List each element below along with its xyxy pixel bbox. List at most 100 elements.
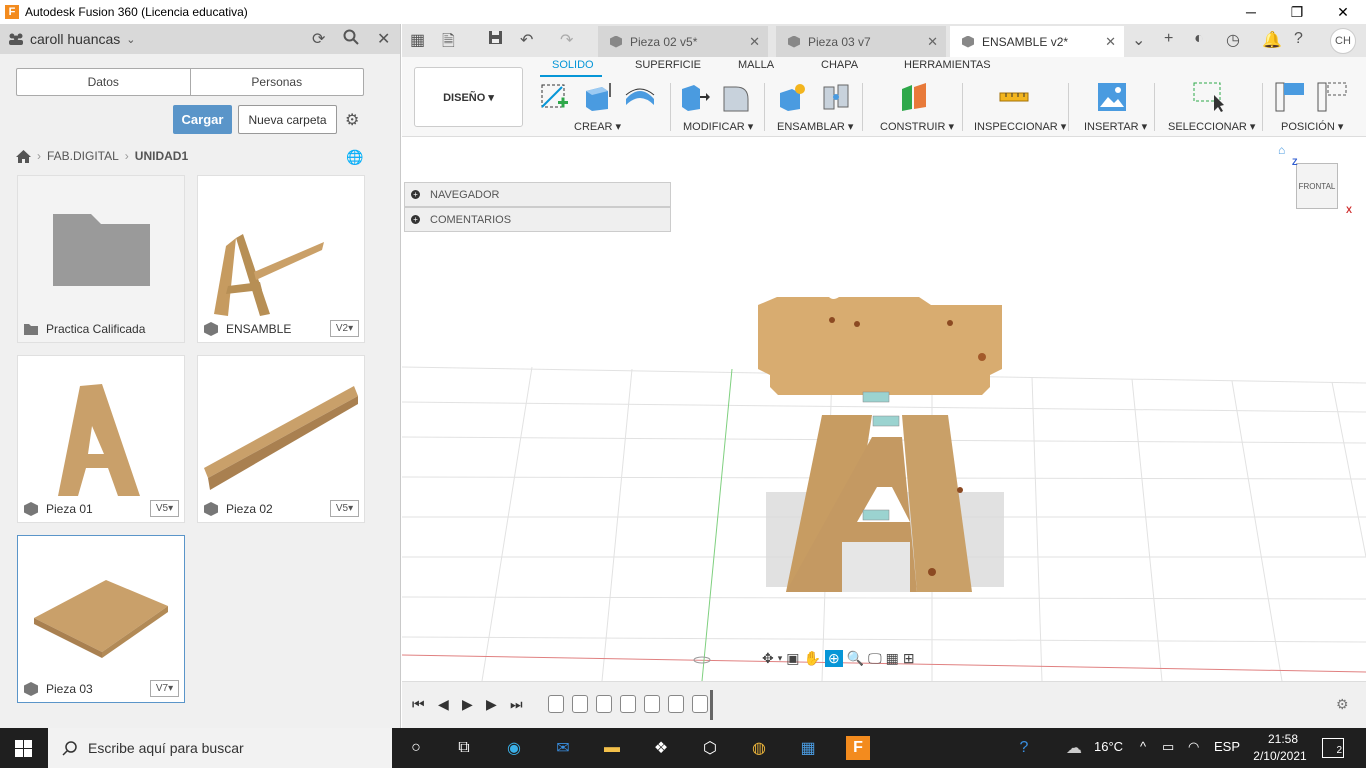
revolve-icon[interactable]: [624, 81, 656, 113]
viewports-icon[interactable]: ⊞: [903, 650, 915, 667]
joint-icon[interactable]: [820, 81, 852, 113]
clock-date[interactable]: 2/10/2021: [1250, 749, 1310, 763]
group-inspeccionar[interactable]: INSPECCIONAR ▾: [974, 120, 1066, 133]
group-posicion[interactable]: POSICIÓN ▾: [1281, 120, 1343, 133]
press-pull-icon[interactable]: [678, 81, 710, 113]
design-card-pieza-02[interactable]: Pieza 02 V5 ▾: [197, 355, 365, 523]
group-seleccionar[interactable]: SELECCIONAR ▾: [1168, 120, 1255, 133]
extrude-icon[interactable]: [582, 81, 614, 113]
job-status-icon[interactable]: ◷: [1226, 30, 1240, 50]
version-selector[interactable]: V2 ▾: [330, 320, 359, 337]
revert-position-icon[interactable]: [1316, 81, 1348, 113]
tab-pieza-03[interactable]: Pieza 03 v7 ✕: [776, 26, 946, 57]
breadcrumb-fab-digital[interactable]: FAB.DIGITAL: [47, 149, 119, 163]
tab-ensamble[interactable]: ENSAMBLE v2* ✕: [950, 26, 1124, 57]
group-crear[interactable]: CREAR ▾: [574, 120, 621, 133]
timeline-marker[interactable]: [710, 690, 713, 720]
close-tab-icon[interactable]: ✕: [1105, 34, 1116, 50]
dropbox-icon[interactable]: ❖: [649, 736, 673, 760]
home-icon[interactable]: [16, 149, 31, 163]
step-forward-icon[interactable]: ▶: [486, 696, 497, 713]
step-back-icon[interactable]: ◀: [438, 696, 449, 713]
group-insertar[interactable]: INSERTAR ▾: [1084, 120, 1147, 133]
insert-image-icon[interactable]: [1096, 81, 1128, 113]
tab-malla[interactable]: MALLA: [738, 59, 774, 71]
look-at-icon[interactable]: ▣: [786, 650, 799, 667]
windows-start-icon[interactable]: [15, 740, 32, 757]
photos-icon[interactable]: ▦: [796, 736, 820, 760]
viewcube-face[interactable]: FRONTAL: [1296, 163, 1338, 209]
expand-icon[interactable]: +: [411, 215, 420, 224]
measure-icon[interactable]: [998, 81, 1030, 113]
timeline-feature-icon[interactable]: [596, 695, 612, 713]
file-explorer-icon[interactable]: ▬: [600, 736, 624, 760]
extensions-icon[interactable]: ◐: [1194, 30, 1204, 48]
chrome-icon[interactable]: ◍: [747, 736, 771, 760]
help-icon[interactable]: ?: [1012, 736, 1036, 760]
help-icon[interactable]: ?: [1294, 30, 1303, 48]
tab-solido[interactable]: SOLIDO: [552, 59, 594, 71]
canvas-viewport[interactable]: + NAVEGADOR + COMENTARIOS ⌂ FRONTAL Z X …: [402, 137, 1366, 681]
group-ensamblar[interactable]: ENSAMBLAR ▾: [777, 120, 853, 133]
redo-icon[interactable]: ↷: [560, 30, 573, 50]
grid-menu-icon[interactable]: ▦: [410, 30, 425, 50]
close-panel-icon[interactable]: ✕: [377, 29, 390, 49]
gear-icon[interactable]: ⚙: [1336, 696, 1349, 713]
close-tab-icon[interactable]: ✕: [749, 34, 760, 50]
chevron-down-icon[interactable]: ▾: [778, 653, 783, 664]
avatar[interactable]: CH: [1330, 28, 1356, 54]
group-construir[interactable]: CONSTRUIR ▾: [880, 120, 954, 133]
chevron-up-icon[interactable]: ^: [1140, 739, 1146, 754]
weather-temp[interactable]: 16°C: [1094, 739, 1123, 754]
grid-settings-icon[interactable]: ▦: [886, 650, 899, 667]
wifi-icon[interactable]: ◠: [1188, 739, 1199, 755]
chevron-down-icon[interactable]: ⌄: [1132, 30, 1145, 50]
tab-chapa[interactable]: CHAPA: [821, 59, 858, 71]
cortana-icon[interactable]: ○: [404, 736, 428, 760]
display-settings-icon[interactable]: 🖵: [868, 650, 882, 667]
go-to-start-icon[interactable]: ⏮: [412, 696, 425, 713]
design-card-pieza-03[interactable]: Pieza 03 V7 ▾: [17, 535, 185, 703]
pan-icon[interactable]: ✋: [804, 650, 821, 667]
maximize-button[interactable]: ❐: [1274, 0, 1320, 24]
fusion-taskbar-icon[interactable]: F: [846, 736, 870, 760]
tab-personas[interactable]: Personas: [191, 69, 364, 95]
file-icon[interactable]: 🗎: [442, 30, 455, 57]
minimize-button[interactable]: ─: [1228, 0, 1274, 24]
tab-datos[interactable]: Datos: [17, 69, 191, 95]
mail-icon[interactable]: ✉: [551, 736, 575, 760]
keyboard-language[interactable]: ESP: [1214, 739, 1240, 754]
workspace-selector[interactable]: DISEÑO ▾: [414, 67, 523, 127]
undo-icon[interactable]: ↶: [520, 30, 533, 50]
expand-icon[interactable]: +: [411, 190, 420, 199]
fillet-icon[interactable]: [720, 81, 752, 113]
select-icon[interactable]: [1192, 81, 1224, 113]
close-tab-icon[interactable]: ✕: [927, 34, 938, 50]
bell-icon[interactable]: 🔔: [1262, 30, 1282, 50]
battery-icon[interactable]: ▭: [1162, 739, 1174, 755]
close-window-button[interactable]: ✕: [1320, 0, 1366, 24]
globe-icon[interactable]: 🌐: [346, 149, 363, 166]
go-to-end-icon[interactable]: ⏭: [510, 696, 523, 713]
gear-icon[interactable]: ⚙: [345, 110, 359, 130]
notifications-icon[interactable]: 2: [1322, 738, 1344, 758]
viewcube[interactable]: ⌂ FRONTAL Z X: [1276, 143, 1356, 223]
timeline-feature-icon[interactable]: [620, 695, 636, 713]
design-card-ensamble[interactable]: ENSAMBLE V2 ▾: [197, 175, 365, 343]
new-tab-icon[interactable]: +: [1164, 30, 1173, 48]
clock-time[interactable]: 21:58: [1258, 732, 1308, 746]
version-selector[interactable]: V5 ▾: [330, 500, 359, 517]
browser-navigator[interactable]: + NAVEGADOR: [404, 182, 671, 207]
folder-card[interactable]: Practica Calificada: [17, 175, 185, 343]
save-icon[interactable]: [488, 30, 503, 50]
orbit-icon[interactable]: ✥: [762, 650, 774, 667]
chevron-down-icon[interactable]: ⌄: [126, 33, 135, 46]
task-view-icon[interactable]: ⧉: [452, 736, 476, 760]
upload-button[interactable]: Cargar: [173, 105, 232, 134]
tab-pieza-02[interactable]: Pieza 02 v5* ✕: [598, 26, 768, 57]
create-sketch-icon[interactable]: [538, 81, 570, 113]
timeline-feature-icon[interactable]: [572, 695, 588, 713]
version-selector[interactable]: V5 ▾: [150, 500, 179, 517]
user-name[interactable]: caroll huancas: [30, 31, 120, 47]
new-folder-button[interactable]: Nueva carpeta: [238, 105, 337, 134]
